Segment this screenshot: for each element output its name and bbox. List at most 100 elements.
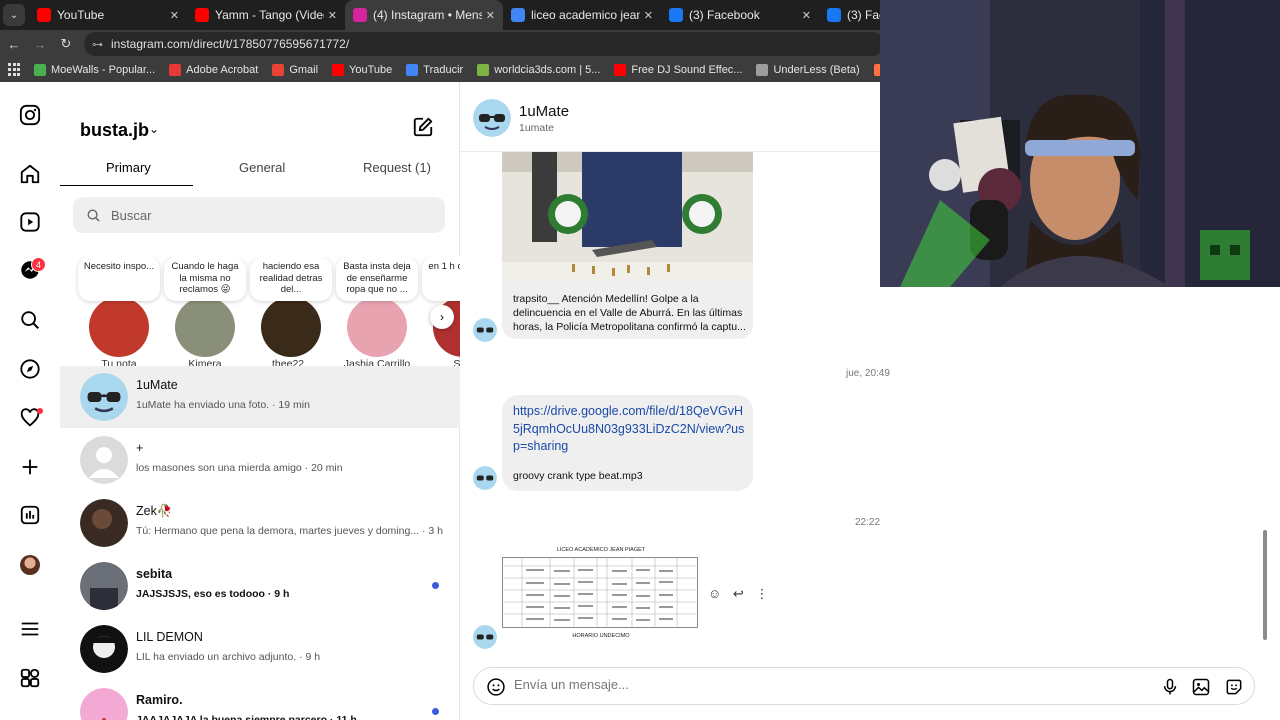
unread-dot [432,708,439,715]
search-icon[interactable] [19,309,41,331]
conversation-preview: LIL ha enviado un archivo adjunto. · 9 h [136,651,321,663]
shared-post[interactable]: trapsito__ Atención Medellín! Golpe a la… [502,152,753,339]
screen: ⌄ YouTube✕Yamm - Tango (Video Oficial) -… [0,0,1280,720]
tab-search-icon[interactable]: ⌄ [3,4,25,26]
reload-icon[interactable]: ↻ [54,36,78,52]
message-actions: ☺ ↩ ⋮ [708,586,776,602]
browser-tab[interactable]: (4) Instagram • Mensajes ✕ [345,0,503,30]
photo-title: LICEO ACADEMICO JEAN PIAGET [556,547,646,553]
sender-avatar[interactable] [473,318,497,342]
link-message[interactable]: https://drive.google.com/file/d/18QeVGvH… [502,395,753,491]
explore-icon[interactable] [19,358,41,380]
tab-title: Yamm - Tango (Video Oficial) - [215,8,324,22]
back-icon[interactable]: ← [2,37,26,52]
react-emoji-icon[interactable]: ☺ [708,586,721,601]
browser-tab[interactable]: YouTube ✕ [29,0,187,30]
close-tab-icon[interactable]: ✕ [644,9,653,22]
chat-title[interactable]: 1uMate [519,103,569,120]
note-avatar [261,297,321,357]
browser-tab[interactable]: liceo academico jean piaget - B ✕ [503,0,661,30]
bookmark-item[interactable]: YouTube [332,64,392,76]
dashboard-icon[interactable] [19,504,41,526]
sticker-icon[interactable] [1224,677,1244,697]
search-input[interactable] [111,207,411,223]
tab-request[interactable]: Request (1) [363,160,431,175]
photo-message[interactable]: LICEO ACADEMICO JEAN PIAGET HORARIO UNDE… [502,547,700,647]
chevron-down-icon[interactable]: ⌄ [149,122,159,136]
inbox-panel: busta.jb ⌄ Primary General Request (1) N… [60,82,460,720]
sender-avatar[interactable] [473,625,497,649]
search-icon [87,209,100,222]
sender-avatar[interactable] [473,466,497,490]
webcam-overlay [880,0,1280,287]
bookmark-favicon-icon [169,64,182,76]
drive-link[interactable]: https://drive.google.com/file/d/18QeVGvH… [513,403,748,456]
bookmark-item[interactable]: Free DJ Sound Effec... [614,64,742,76]
emoji-icon[interactable] [486,677,506,697]
bookmark-item[interactable]: Traducir [406,64,463,76]
browser-tab[interactable]: (3) Facebook ✕ [661,0,819,30]
instagram-logo-icon[interactable] [19,104,41,126]
tab-title: liceo academico jean piaget - B [531,8,640,22]
tab-title: (3) Facebook [689,8,760,22]
address-bar[interactable]: ⊶ instagram.com/direct/t/178507765956717… [84,32,884,56]
bookmark-favicon-icon [477,64,490,76]
instagram-icon [353,8,367,22]
conversation-preview: JAJSJSJS, eso es todooo · 9 h [136,588,290,600]
bookmark-item[interactable]: UnderLess (Beta) [756,64,860,76]
site-info-icon[interactable]: ⊶ [92,38,103,51]
conversation-avatar [80,688,128,720]
compose-message-icon[interactable] [412,116,434,138]
close-tab-icon[interactable]: ✕ [802,9,811,22]
create-plus-icon[interactable] [19,456,41,478]
home-icon[interactable] [19,163,41,185]
conversation-item[interactable]: Ramiro. JAAJAJAJA la buena siempre parcer… [60,681,460,720]
unread-dot [432,582,439,589]
notes-tray: Necesito inspo... Tu nota Cuando le haga l… [60,257,460,372]
reels-icon[interactable] [19,211,41,233]
message-composer [473,667,1255,705]
close-tab-icon[interactable]: ✕ [170,9,179,22]
message-input[interactable] [514,677,1114,692]
bookmark-item[interactable]: MoeWalls - Popular... [34,64,155,76]
chat-scrollbar[interactable] [1263,530,1267,640]
inbox-tabs: Primary General Request (1) [60,160,460,186]
tab-general[interactable]: General [239,160,285,175]
url-text: instagram.com/direct/t/17850776595671772… [111,37,350,51]
facebook-icon [827,8,841,22]
note-avatar [175,297,235,357]
chevron-right-icon[interactable]: › [430,305,454,329]
conversation-item[interactable]: Zek🥀 Tú: Hermano que pena la demora, mart… [60,492,460,554]
bookmark-item[interactable]: worldcia3ds.com | 5... [477,64,600,76]
youtube-icon [37,8,51,22]
threads-apps-icon[interactable] [19,667,41,689]
close-tab-icon[interactable]: ✕ [486,9,495,22]
conversation-item[interactable]: LIL DEMON LIL ha enviado un archivo adjun… [60,618,460,680]
account-username[interactable]: busta.jb [80,120,149,141]
note-bubble: haciendo esa realidad detras del... [250,257,332,301]
tab-primary[interactable]: Primary [106,160,151,175]
bookmark-item[interactable]: Gmail [272,64,318,76]
bookmark-favicon-icon [406,64,419,76]
conversation-avatar [80,373,128,421]
chat-avatar[interactable] [473,99,511,137]
conversation-name: Ramiro. [136,693,183,707]
search-box[interactable] [73,197,445,233]
note-bubble: Basta insta deja de enseñarme ropa que n… [336,257,418,301]
menu-hamburger-icon[interactable] [19,618,41,640]
reply-icon[interactable]: ↩ [733,586,744,601]
browser-tab[interactable]: Yamm - Tango (Video Oficial) - ✕ [187,0,345,30]
apps-grid-icon[interactable] [8,63,22,77]
bookmark-item[interactable]: Adobe Acrobat [169,64,258,76]
conversation-item[interactable]: + los masones son una mierda amigo · 20 m… [60,429,460,491]
image-upload-icon[interactable] [1191,677,1211,697]
conversation-item[interactable]: sebita JAJSJSJS, eso es todooo · 9 h [60,555,460,617]
more-options-icon[interactable]: ⋮ [755,586,768,601]
conversation-item[interactable]: 1uMate 1uMate ha enviado una foto. · 19 m… [60,366,460,428]
microphone-icon[interactable] [1160,677,1180,697]
note-avatar [89,297,149,357]
close-tab-icon[interactable]: ✕ [328,9,337,22]
profile-avatar[interactable] [20,555,40,575]
facebook-icon [669,8,683,22]
forward-icon[interactable]: → [28,37,52,52]
